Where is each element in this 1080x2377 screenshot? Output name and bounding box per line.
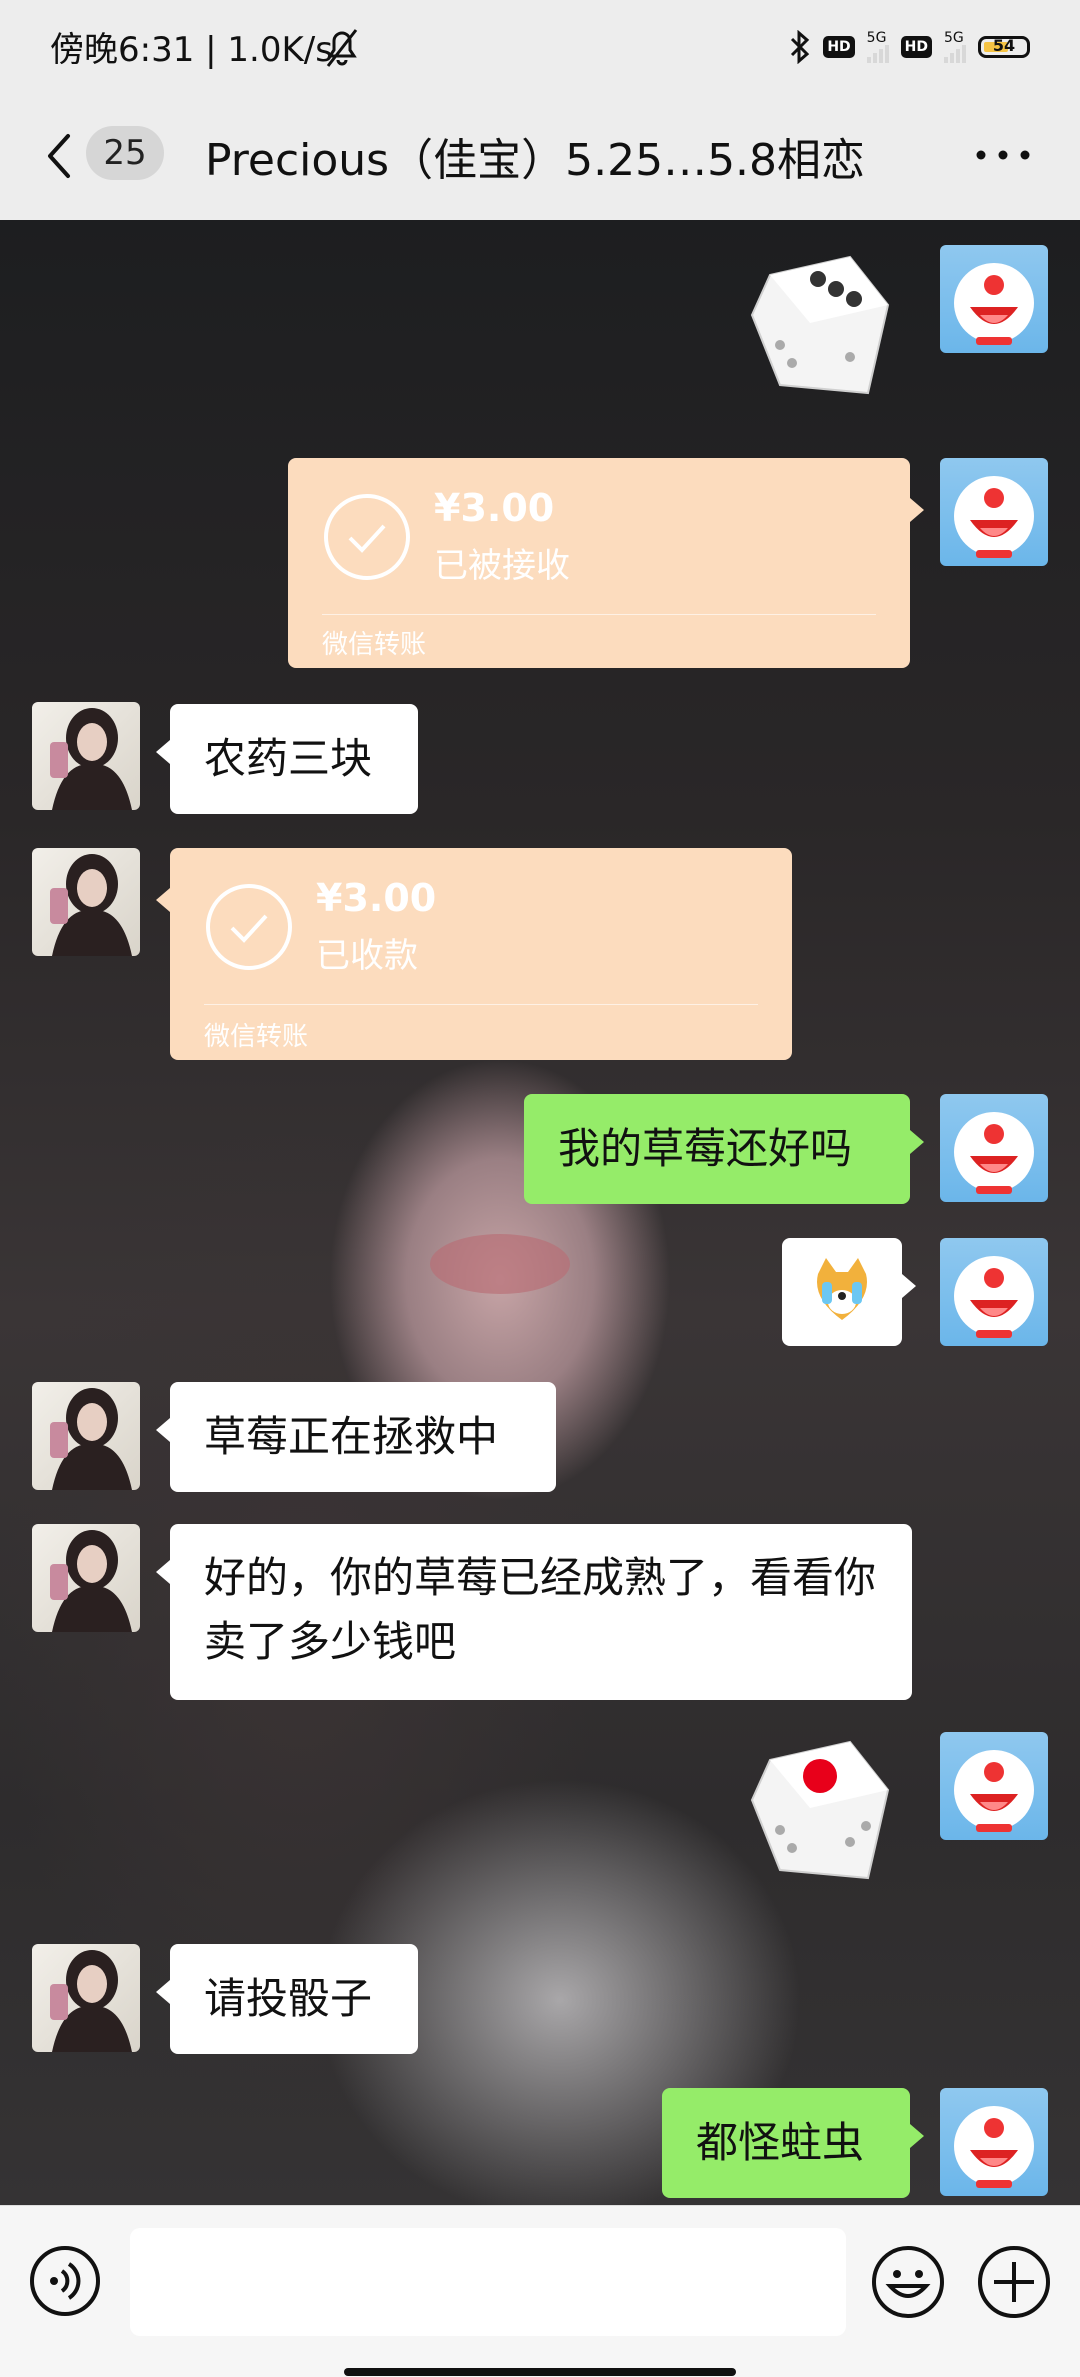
- girl-avatar-icon: [50, 854, 132, 956]
- contact-avatar[interactable]: [32, 1382, 140, 1490]
- bluetooth-icon: [791, 30, 810, 64]
- message-bubble[interactable]: 草莓正在拯救中: [156, 1382, 556, 1492]
- transfer-source: 微信转账: [322, 630, 427, 660]
- my-avatar[interactable]: [940, 245, 1048, 353]
- status-time: 傍晚6:31 | 1.0K/s: [50, 30, 333, 70]
- more-options-icon[interactable]: [975, 143, 1031, 167]
- message-bubble[interactable]: 农药三块: [156, 704, 418, 814]
- network-type-2: 5G: [944, 30, 964, 46]
- back-arrow-icon[interactable]: [40, 128, 80, 184]
- status-icons: HD 5G HD 5G 54: [789, 30, 1030, 64]
- transfer-source: 微信转账: [204, 1022, 309, 1052]
- girl-avatar-icon: [50, 1530, 132, 1632]
- home-indicator[interactable]: [344, 2368, 736, 2376]
- unread-count-badge[interactable]: 25: [86, 126, 164, 180]
- transfer-amount: ¥3.00: [434, 486, 555, 530]
- message-bubble[interactable]: 都怪蛀虫: [662, 2088, 924, 2198]
- background-photo: [430, 1234, 570, 1294]
- contact-avatar[interactable]: [32, 848, 140, 956]
- transfer-status: 已被接收: [434, 546, 570, 586]
- battery-icon: 54: [978, 36, 1030, 58]
- my-avatar[interactable]: [940, 1238, 1048, 1346]
- my-avatar[interactable]: [940, 2088, 1048, 2196]
- doraemon-avatar-icon: [954, 2106, 1034, 2188]
- check-circle-icon: [324, 494, 410, 580]
- mute-bell-icon: [326, 29, 358, 67]
- transfer-card-sent[interactable]: ¥3.00 已被接收 微信转账: [288, 458, 924, 668]
- plus-icon[interactable]: [976, 2244, 1052, 2320]
- doraemon-avatar-icon: [954, 1256, 1034, 1338]
- signal-1-icon: 5G: [866, 30, 889, 63]
- message-input[interactable]: [130, 2228, 846, 2336]
- message-bubble[interactable]: 请投骰子: [156, 1944, 418, 2054]
- doraemon-avatar-icon: [954, 476, 1034, 558]
- status-bar: 傍晚6:31 | 1.0K/s HD 5G HD 5G 54: [0, 0, 1080, 100]
- divider: [322, 614, 876, 615]
- network-type-1: 5G: [866, 30, 887, 46]
- my-avatar[interactable]: [940, 1094, 1048, 1202]
- emoji-icon[interactable]: [870, 2244, 946, 2320]
- message-bubble[interactable]: 我的草莓还好吗: [524, 1094, 924, 1204]
- crying-dog-emoji-icon: [817, 1258, 867, 1320]
- girl-avatar-icon: [50, 1950, 132, 2052]
- my-avatar[interactable]: [940, 1732, 1048, 1840]
- doraemon-avatar-icon: [954, 1112, 1034, 1194]
- chat-message-list[interactable]: ¥3.00 已被接收 微信转账 农药三块 ¥3.00 已收款 微信转账 我的草莓…: [0, 220, 1080, 2205]
- girl-avatar-icon: [50, 708, 132, 810]
- voice-input-icon[interactable]: [28, 2244, 102, 2318]
- signal-2-icon: 5G: [944, 31, 966, 63]
- doraemon-avatar-icon: [954, 263, 1034, 345]
- chat-title[interactable]: Precious（佳宝）5.25…5.8相恋: [205, 124, 865, 188]
- dice-icon: [750, 255, 890, 395]
- dice-icon: [750, 1740, 890, 1880]
- doraemon-avatar-icon: [954, 1750, 1034, 1832]
- transfer-card-received[interactable]: ¥3.00 已收款 微信转账: [156, 848, 792, 1060]
- contact-avatar[interactable]: [32, 1944, 140, 2052]
- hd-badge-1: HD: [823, 36, 855, 58]
- message-bubble[interactable]: 好的，你的草莓已经成熟了，看看你卖了多少钱吧: [156, 1524, 912, 1700]
- contact-avatar[interactable]: [32, 702, 140, 810]
- my-avatar[interactable]: [940, 458, 1048, 566]
- emoji-message[interactable]: [782, 1238, 916, 1346]
- girl-avatar-icon: [50, 1388, 132, 1490]
- transfer-status: 已收款: [316, 936, 418, 976]
- divider: [204, 1004, 758, 1005]
- hd-badge-2: HD: [900, 36, 932, 58]
- check-circle-icon: [206, 884, 292, 970]
- battery-level: 54: [992, 36, 1016, 55]
- contact-avatar[interactable]: [32, 1524, 140, 1632]
- transfer-amount: ¥3.00: [316, 876, 437, 920]
